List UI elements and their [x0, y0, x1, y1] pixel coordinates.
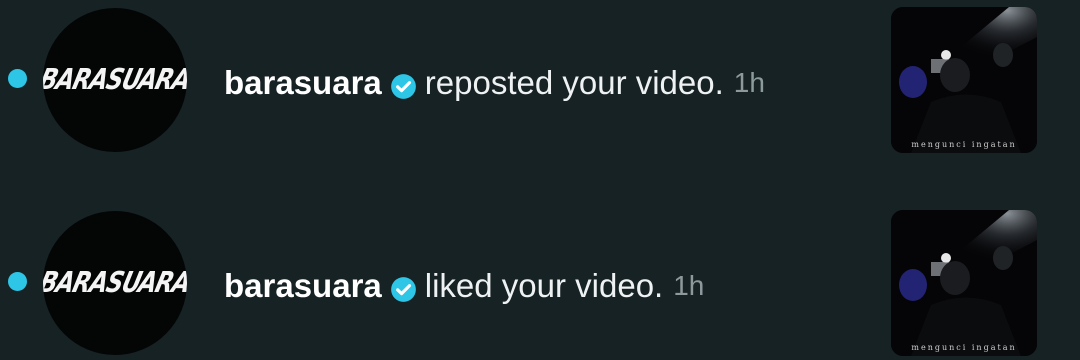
verified-check-icon: [390, 70, 417, 99]
avatar-logo-text: BARASUARA: [43, 63, 187, 97]
thumbnail-caption: mengunci ingatan: [911, 343, 1017, 352]
avatar[interactable]: BARASUARA: [43, 211, 187, 355]
avatar-logo-text: BARASUARA: [43, 266, 187, 300]
notification-text: barasuara reposted your video. 1h: [224, 60, 765, 106]
avatar[interactable]: BARASUARA: [43, 8, 187, 152]
video-thumbnail[interactable]: mengunci ingatan: [891, 7, 1037, 153]
notification-action: liked your video.: [424, 267, 664, 304]
unread-indicator-dot: [8, 272, 27, 291]
notification-item[interactable]: BARASUARA barasuara reposted your video.…: [0, 6, 1080, 158]
notification-action: reposted your video.: [424, 64, 724, 101]
timestamp: 1h: [673, 270, 705, 301]
notification-item[interactable]: BARASUARA barasuara liked your video. 1h: [0, 209, 1080, 360]
notification-text: barasuara liked your video. 1h: [224, 263, 704, 309]
notification-list: BARASUARA barasuara reposted your video.…: [0, 0, 1080, 360]
concert-photo-image: [891, 7, 1037, 153]
thumbnail-caption: mengunci ingatan: [911, 140, 1017, 149]
verified-check-icon: [390, 273, 417, 302]
unread-indicator-dot: [8, 69, 27, 88]
video-thumbnail[interactable]: mengunci ingatan: [891, 210, 1037, 356]
username-link[interactable]: barasuara: [224, 64, 382, 102]
concert-photo-image: [891, 210, 1037, 356]
username-link[interactable]: barasuara: [224, 267, 382, 305]
timestamp: 1h: [733, 67, 765, 98]
